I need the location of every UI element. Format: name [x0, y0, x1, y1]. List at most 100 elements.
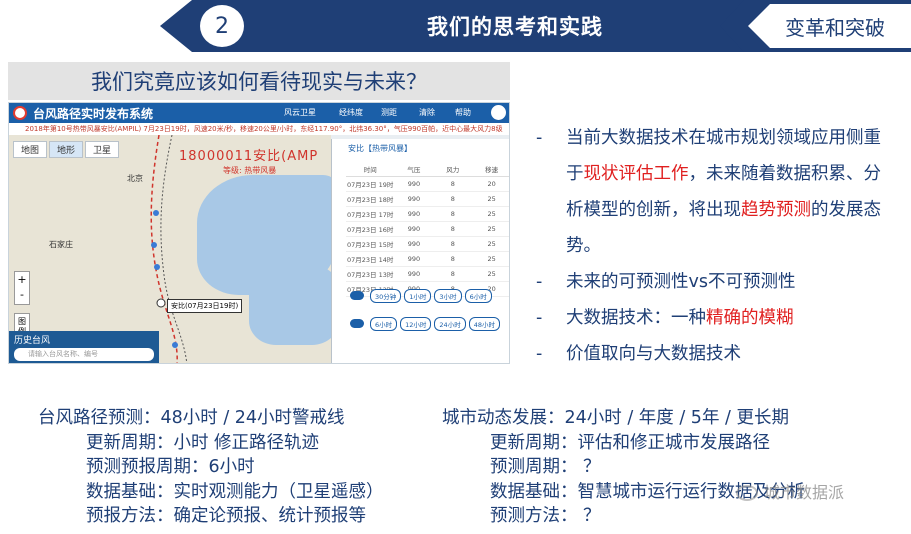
app-title: 台风路径实时发布系统 — [33, 107, 154, 121]
table-cell: 25 — [472, 251, 509, 267]
interval-button[interactable]: 6小时 — [370, 317, 398, 331]
table-cell: 990 — [394, 266, 434, 282]
table-cell: 990 — [394, 176, 434, 192]
typhoon-app-screenshot: 台风路径实时发布系统 风云卫星 经纬度 测距 清除 帮助 2018年第10号热带… — [8, 102, 510, 364]
table-row[interactable]: 07月23日 19时 990 8 20 — [346, 176, 509, 192]
table-row[interactable]: 07月23日 14时 990 8 25 — [346, 251, 509, 267]
table-cell: 20 — [472, 176, 509, 192]
column-line: 更新周期：小时 修正路径轨迹 — [86, 432, 320, 453]
city-label-beijing: 北京 — [127, 174, 143, 183]
table-cell: 8 — [433, 206, 473, 222]
interval-button[interactable]: 24小时 — [434, 317, 466, 331]
table-row[interactable]: 07月23日 16时 990 8 25 — [346, 221, 509, 237]
column-line: 预报方法：确定论预报、统计预报等 — [86, 506, 366, 526]
tab-satellite[interactable]: 卫星 — [85, 141, 120, 158]
table-cell: 07月23日 14时 — [346, 251, 395, 267]
wechat-icon — [736, 485, 758, 501]
storm-info-panel: 安比【热带风暴】 时间 气压 风力 移速 07月23日 19时 990 8 20 07月… — [331, 139, 509, 363]
col-speed: 移速 — [472, 163, 509, 177]
table-cell: 07月23日 19时 — [346, 176, 395, 192]
table-cell: 990 — [394, 221, 434, 237]
history-title: 历史台风 — [14, 336, 51, 346]
storm-name-label: 18000011安比(AMP — [179, 149, 319, 164]
bullet-item: - 未来的可预测性vs不可预测性 — [536, 272, 796, 292]
header-right-label: 变革和突破 — [785, 15, 885, 40]
question-heading: 我们究竟应该如何看待现实与未来？ — [8, 62, 510, 100]
zoom-out-button[interactable]: - — [15, 287, 29, 302]
zoom-control: + - — [14, 271, 30, 305]
table-cell: 8 — [433, 221, 473, 237]
column-line: 预测方法： ？ — [490, 506, 601, 526]
nav-latlon[interactable]: 经纬度 — [339, 107, 363, 118]
watermark: 城市数据派 — [764, 483, 845, 502]
track-point-label: 安比(07月23日19时) — [167, 299, 243, 313]
cloud-icon — [350, 291, 364, 300]
nav-help[interactable]: 帮助 — [455, 107, 471, 118]
city-label-shijiazhuang: 石家庄 — [49, 240, 73, 249]
table-cell: 07月23日 16时 — [346, 221, 395, 237]
storm-level-label: 等级: 热带风暴 — [223, 166, 277, 175]
interval-button[interactable]: 3小时 — [434, 289, 462, 303]
interval-button[interactable]: 1小时 — [404, 289, 432, 303]
column-line: 更新周期：评估和修正城市发展路径 — [490, 432, 770, 453]
table-cell: 25 — [472, 236, 509, 252]
app-logo-icon — [13, 106, 27, 120]
table-row[interactable]: 07月23日 15时 990 8 25 — [346, 236, 509, 252]
bullet-item: - 价值取向与大数据技术 — [536, 344, 741, 364]
table-cell: 07月23日 17时 — [346, 206, 395, 222]
typhoon-forecast-column: 台风路径预测：48小时 / 24小时警戒线 更新周期：小时 修正路径轨迹 预测预… — [38, 406, 384, 529]
header: 2 我们的思考和实践 变革和突破 — [0, 0, 911, 52]
table-cell: 990 — [394, 251, 434, 267]
col-wind: 风力 — [433, 163, 473, 177]
nav-measure[interactable]: 测距 — [381, 107, 397, 118]
nav-satellite[interactable]: 风云卫星 — [284, 107, 316, 118]
bullet-item: - 当前大数据技术在城市规划领域应用侧重于现状评估工作，未来随着数据积累、分析模… — [536, 128, 881, 256]
section-number-badge: 2 — [200, 5, 244, 47]
table-cell: 8 — [433, 266, 473, 282]
table-cell: 07月23日 18时 — [346, 191, 395, 207]
cloud-icon — [350, 319, 364, 328]
table-cell: 8 — [433, 236, 473, 252]
table-cell: 25 — [472, 206, 509, 222]
table-row[interactable]: 07月23日 13时 990 8 25 — [346, 266, 509, 282]
column-line: 数据基础：实时观测能力（卫星遥感） — [86, 481, 384, 502]
panel-title: 安比【热带风暴】 — [348, 144, 412, 153]
interval-button[interactable]: 48小时 — [468, 317, 500, 331]
zoom-in-button[interactable]: + — [15, 272, 29, 287]
table-cell: 8 — [433, 191, 473, 207]
interval-button[interactable]: 30分钟 — [370, 289, 402, 303]
table-row[interactable]: 07月23日 17时 990 8 25 — [346, 206, 509, 222]
interval-button[interactable]: 12小时 — [400, 317, 432, 331]
nav-clear[interactable]: 清除 — [419, 107, 435, 118]
header-title: 我们的思考和实践 — [427, 15, 603, 39]
history-search-input[interactable]: 请输入台风名称、编号 — [14, 348, 154, 361]
city-dynamics-column: 城市动态发展：24小时 / 年度 / 5年 / 更长期 更新周期：评估和修正城市… — [442, 406, 805, 529]
map-type-tabs: 地图 地形 卫星 — [13, 141, 120, 158]
tab-map[interactable]: 地图 — [13, 141, 48, 158]
table-cell: 25 — [472, 221, 509, 237]
table-cell: 990 — [394, 236, 434, 252]
table-cell: 25 — [472, 191, 509, 207]
user-avatar-icon[interactable] — [491, 105, 506, 120]
slide: 2 我们的思考和实践 变革和突破 我们究竟应该如何看待现实与未来？ 台风路径实时… — [0, 0, 911, 534]
storm-status-text: 2018年第10号热带风暴安比(AMPIL) 7月23日19时，风速20米/秒，… — [25, 125, 503, 133]
column-line: 预测周期： ？ — [490, 457, 601, 477]
forecast-buttons: 6小时 12小时 24小时 48小时 — [370, 317, 500, 331]
interval-buttons: 30分钟 1小时 3小时 6小时 — [370, 289, 492, 303]
table-header-row: 时间 气压 风力 移速 — [346, 163, 509, 177]
column-heading: 城市动态发展：24小时 / 年度 / 5年 / 更长期 — [442, 408, 789, 428]
table-row[interactable]: 07月23日 18时 990 8 25 — [346, 191, 509, 207]
bullet-item: - 大数据技术：一种精确的模糊 — [536, 308, 794, 328]
tab-terrain[interactable]: 地形 — [49, 141, 84, 158]
col-pressure: 气压 — [394, 163, 434, 177]
table-cell: 07月23日 15时 — [346, 236, 395, 252]
table-cell: 8 — [433, 176, 473, 192]
col-time: 时间 — [346, 163, 395, 177]
interval-button[interactable]: 6小时 — [464, 289, 492, 303]
table-cell: 990 — [394, 191, 434, 207]
bullet-list: - 当前大数据技术在城市规划领域应用侧重于现状评估工作，未来随着数据积累、分析模… — [536, 120, 896, 372]
table-cell: 990 — [394, 206, 434, 222]
table-cell: 07月23日 13时 — [346, 266, 395, 282]
table-cell: 8 — [433, 251, 473, 267]
column-line: 预测预报周期：6小时 — [86, 457, 255, 477]
